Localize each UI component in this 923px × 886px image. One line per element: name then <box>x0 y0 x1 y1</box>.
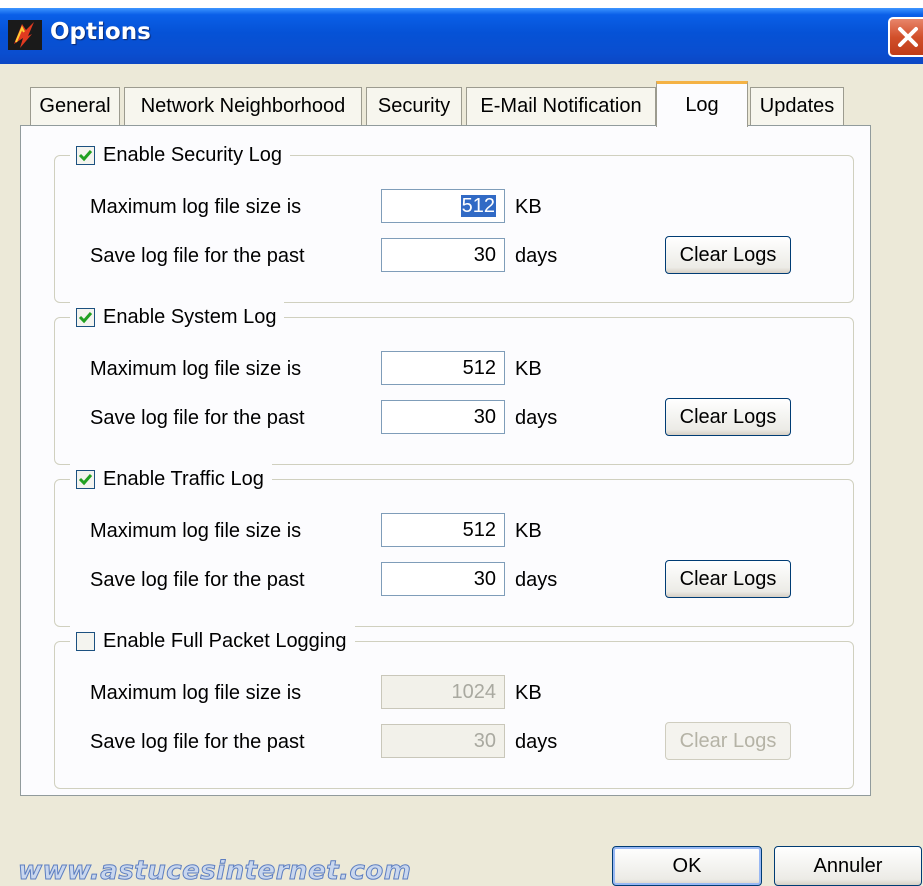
title-bar[interactable]: Options <box>0 8 923 64</box>
system-clear-logs-button[interactable]: Clear Logs <box>665 398 791 436</box>
save-days-label: Save log file for the past <box>90 569 305 591</box>
tab-security[interactable]: Security <box>366 87 462 125</box>
ok-button[interactable]: OK <box>612 846 762 886</box>
max-size-label: Maximum log file size is <box>90 520 302 542</box>
max-size-label: Maximum log file size is <box>90 358 302 380</box>
close-button[interactable] <box>888 17 923 57</box>
days-unit-label: days <box>515 569 558 591</box>
security-save-days-input[interactable]: 30 <box>381 238 505 272</box>
traffic-log-legend: Enable Traffic Log <box>70 464 272 494</box>
tab-log[interactable]: Log <box>656 81 748 127</box>
save-days-label: Save log file for the past <box>90 731 305 753</box>
app-icon <box>8 20 42 50</box>
options-window: Options General Network Neighborhood Sec… <box>0 8 923 886</box>
enable-traffic-log-checkbox[interactable] <box>76 469 95 489</box>
save-days-label: Save log file for the past <box>90 407 305 429</box>
system-log-legend: Enable System Log <box>70 302 285 332</box>
save-days-label: Save log file for the past <box>90 245 305 267</box>
watermark: www.astucesinternet.com <box>17 856 412 886</box>
packet-clear-logs-button: Clear Logs <box>665 722 791 760</box>
traffic-clear-logs-button[interactable]: Clear Logs <box>665 560 791 598</box>
traffic-log-group: Enable Traffic Log Maximum log file size… <box>54 464 854 627</box>
kb-unit-label: KB <box>515 358 542 380</box>
tab-email-notification[interactable]: E-Mail Notification <box>466 87 656 125</box>
log-panel: Enable Security Log Maximum log file siz… <box>20 125 871 796</box>
max-size-label: Maximum log file size is <box>90 682 302 704</box>
system-save-days-input[interactable]: 30 <box>381 400 505 434</box>
enable-security-log-label[interactable]: Enable Security Log <box>103 144 282 167</box>
days-unit-label: days <box>515 245 558 267</box>
security-log-group: Enable Security Log Maximum log file siz… <box>54 140 854 303</box>
enable-full-packet-logging-label[interactable]: Enable Full Packet Logging <box>103 630 347 653</box>
close-icon <box>898 27 918 47</box>
enable-security-log-checkbox[interactable] <box>76 145 95 165</box>
enable-system-log-label[interactable]: Enable System Log <box>103 306 276 329</box>
security-log-legend: Enable Security Log <box>70 140 291 170</box>
system-max-size-input[interactable]: 512 <box>381 351 505 385</box>
traffic-save-days-input[interactable]: 30 <box>381 562 505 596</box>
days-unit-label: days <box>515 731 558 753</box>
checkmark-icon <box>78 311 93 323</box>
traffic-max-size-input[interactable]: 512 <box>381 513 505 547</box>
system-log-group: Enable System Log Maximum log file size … <box>54 302 854 465</box>
security-max-size-value: 512 <box>460 195 496 217</box>
packet-max-size-input: 1024 <box>381 675 505 709</box>
tab-general[interactable]: General <box>30 87 120 125</box>
checkmark-icon <box>78 149 93 161</box>
kb-unit-label: KB <box>515 682 542 704</box>
security-max-size-input[interactable]: 512 <box>381 189 505 223</box>
kb-unit-label: KB <box>515 196 542 218</box>
enable-full-packet-logging-checkbox[interactable] <box>76 631 95 651</box>
enable-system-log-checkbox[interactable] <box>76 307 95 327</box>
checkmark-icon <box>78 473 93 485</box>
packet-log-legend: Enable Full Packet Logging <box>70 626 355 656</box>
cancel-button[interactable]: Annuler <box>774 846 922 886</box>
tab-network-neighborhood[interactable]: Network Neighborhood <box>124 87 362 125</box>
max-size-label: Maximum log file size is <box>90 196 302 218</box>
packet-save-days-input: 30 <box>381 724 505 758</box>
tab-updates[interactable]: Updates <box>750 87 844 125</box>
enable-traffic-log-label[interactable]: Enable Traffic Log <box>103 468 264 491</box>
window-title: Options <box>50 19 151 45</box>
days-unit-label: days <box>515 407 558 429</box>
security-clear-logs-button[interactable]: Clear Logs <box>665 236 791 274</box>
kb-unit-label: KB <box>515 520 542 542</box>
packet-log-group: Enable Full Packet Logging Maximum log f… <box>54 626 854 789</box>
